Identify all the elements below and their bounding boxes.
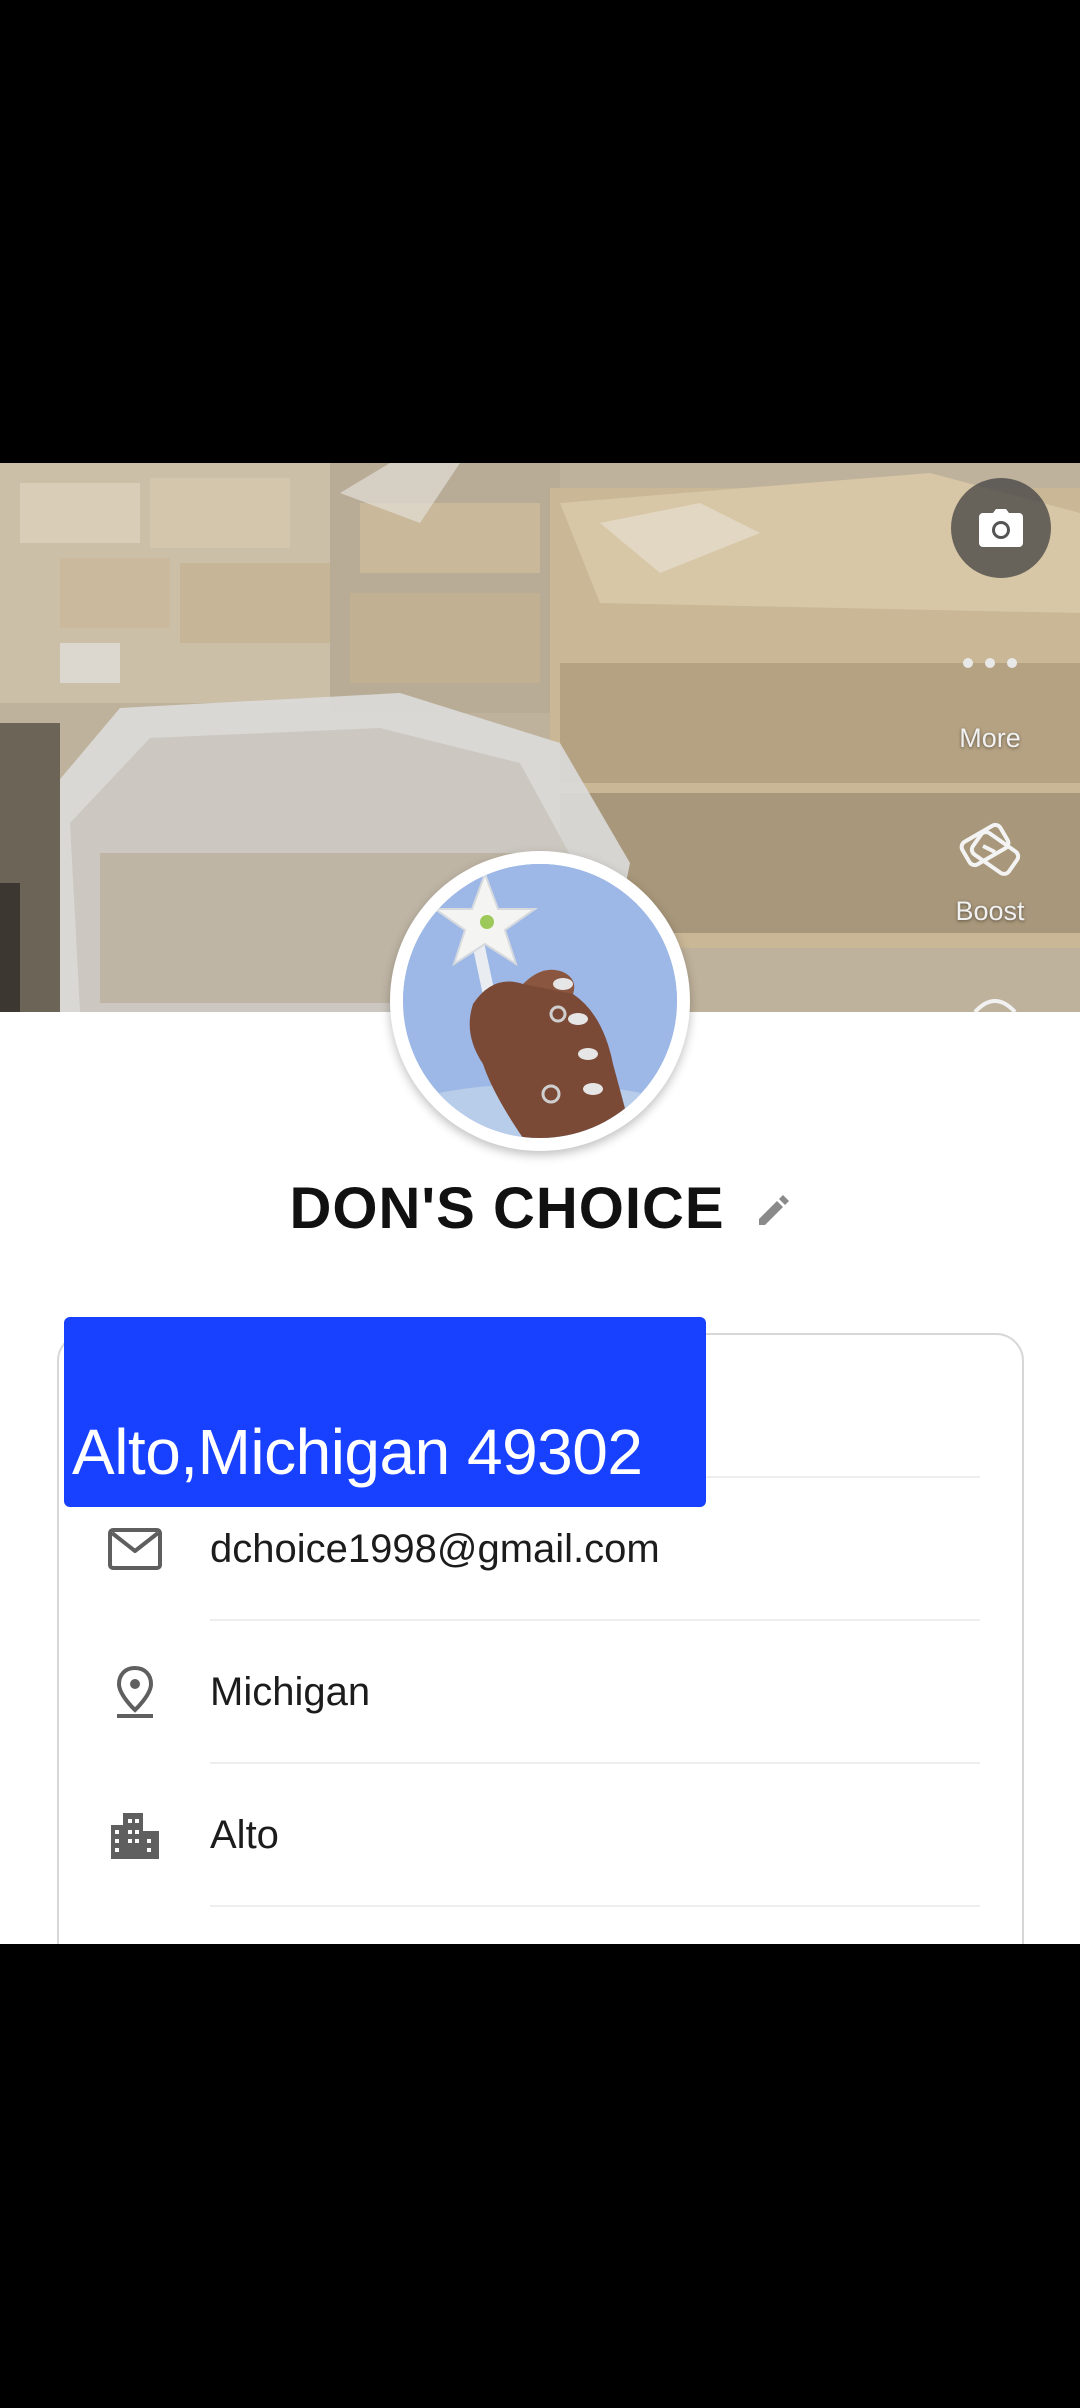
- boost-button[interactable]: Boost: [930, 812, 1050, 927]
- change-cover-button[interactable]: [951, 478, 1051, 578]
- profile-screen: More Boost DON'S CHOICE dchoice1998@gmai…: [0, 0, 1080, 2408]
- state-row[interactable]: Michigan: [59, 1621, 1022, 1764]
- city-buildings-icon: [104, 1804, 166, 1866]
- more-button[interactable]: More: [930, 655, 1050, 754]
- row-divider: [210, 1905, 980, 1907]
- highlighted-address-text: Alto,Michigan 49302: [72, 1416, 643, 1488]
- city-value: Alto: [210, 1813, 279, 1857]
- top-black-area: [0, 0, 1080, 463]
- profile-name-row: DON'S CHOICE: [0, 1175, 1080, 1242]
- profile-avatar[interactable]: [390, 851, 690, 1151]
- profile-name: DON'S CHOICE: [289, 1176, 725, 1241]
- avatar-image: [403, 864, 677, 1138]
- partial-action-icon: [965, 990, 1025, 1012]
- pencil-icon[interactable]: [755, 1191, 791, 1232]
- camera-icon: [979, 509, 1023, 547]
- address-highlight: Alto,Michigan 49302: [64, 1317, 706, 1507]
- city-row[interactable]: Alto: [59, 1764, 1022, 1907]
- boost-icon: [959, 822, 1021, 876]
- more-horizontal-icon: [963, 658, 1017, 668]
- location-pin-icon: [104, 1661, 166, 1723]
- state-value: Michigan: [210, 1670, 371, 1714]
- more-label: More: [959, 723, 1021, 753]
- mail-icon: [104, 1518, 166, 1580]
- bottom-black-area: [0, 1944, 1080, 2408]
- boost-label: Boost: [955, 896, 1025, 926]
